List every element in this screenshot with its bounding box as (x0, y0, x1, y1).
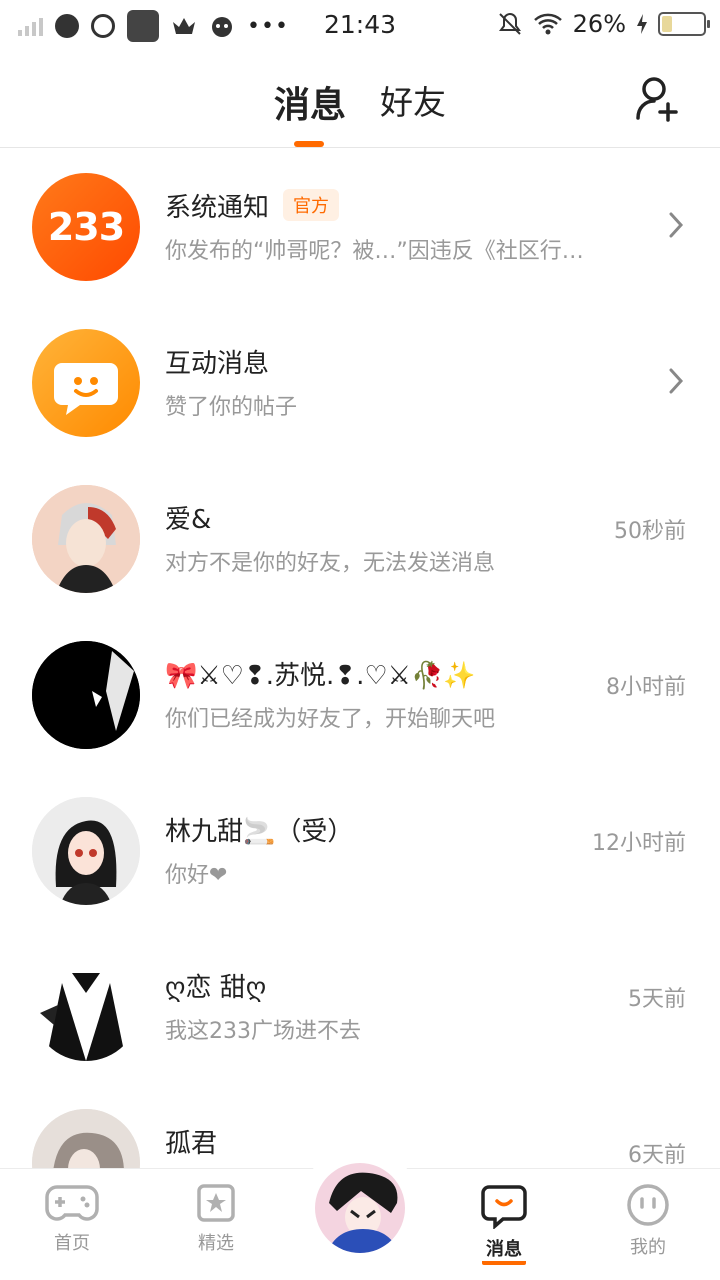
avatar (32, 797, 140, 905)
nav-messages[interactable]: 消息 (454, 1183, 554, 1265)
official-badge: 官方 (283, 189, 340, 221)
avatar (32, 485, 140, 593)
message-preview: 对方不是你的好友，无法发送消息 (165, 551, 496, 576)
chevron-right-icon (669, 368, 684, 394)
battery-percent: 26% (572, 10, 626, 38)
conversation-row[interactable]: 林九甜🚬（受） 你好❤ 12小时前 (0, 773, 720, 929)
status-bar: ••• 21:43 26% (0, 0, 720, 52)
mute-icon (498, 12, 521, 35)
message-time: 5天前 (628, 987, 686, 1012)
chevron-right-icon (669, 212, 684, 238)
interaction-avatar (32, 329, 140, 437)
message-time: 6天前 (628, 1143, 686, 1168)
conversation-name: 爱& (165, 505, 212, 535)
message-preview: 我这233广场进不去 (165, 1019, 361, 1044)
header: 消息 好友 (0, 52, 720, 148)
tab-messages[interactable]: 消息 (274, 76, 346, 128)
wifi-icon (533, 13, 562, 35)
avatar (32, 953, 140, 1061)
conversation-name: 互动消息 (165, 349, 270, 379)
conversation-row[interactable]: 🎀⚔♡❢.苏悦.❢.♡⚔🥀✨ 你们已经成为好友了，开始聊天吧 8小时前 (0, 617, 720, 773)
nav-label: 消息 (482, 1235, 526, 1265)
star-bookmark-icon (197, 1184, 235, 1222)
conversation-name: 🎀⚔♡❢.苏悦.❢.♡⚔🥀✨ (165, 661, 476, 691)
message-time: 8小时前 (606, 675, 686, 700)
message-preview: 赞了你的帖子 (165, 395, 298, 420)
conversation-name: 孤君 (165, 1129, 218, 1159)
center-avatar-button[interactable] (312, 1160, 408, 1256)
battery-icon (658, 12, 710, 36)
message-bubble-icon (481, 1185, 527, 1229)
nav-featured[interactable]: 精选 (166, 1183, 266, 1255)
message-time: 12小时前 (592, 831, 686, 856)
charging-icon (637, 14, 647, 34)
system-avatar: 233 (32, 173, 140, 281)
nav-me[interactable]: 我的 (598, 1183, 698, 1259)
add-friend-icon[interactable] (634, 74, 682, 122)
message-preview: 你们已经成为好友了，开始聊天吧 (165, 707, 496, 732)
tab-friends[interactable]: 好友 (380, 76, 446, 124)
conversation-name: 系统通知 (165, 193, 270, 223)
message-list: 233 系统通知 官方 你发布的“帅哥呢？被…”因违反《社区行… 互动消息 赞了你… (0, 149, 720, 1241)
conversation-name: 林九甜🚬（受） (165, 817, 354, 847)
conversation-row[interactable]: ღ恋 甜ღ 我这233广场进不去 5天前 (0, 929, 720, 1085)
gamepad-icon (45, 1185, 99, 1221)
message-preview: 你发布的“帅哥呢？被…”因违反《社区行… (165, 239, 584, 264)
nav-label: 首页 (54, 1233, 90, 1254)
interaction-messages-row[interactable]: 互动消息 赞了你的帖子 (0, 305, 720, 461)
active-tab-indicator (294, 141, 324, 147)
system-notification-row[interactable]: 233 系统通知 官方 你发布的“帅哥呢？被…”因违反《社区行… (0, 149, 720, 305)
profile-face-icon (627, 1184, 669, 1226)
message-preview: 你好❤ (165, 863, 228, 888)
nav-home[interactable]: 首页 (22, 1183, 122, 1255)
conversation-name: ღ恋 甜ღ (165, 973, 267, 1003)
conversation-row[interactable]: 爱& 对方不是你的好友，无法发送消息 50秒前 (0, 461, 720, 617)
nav-label: 精选 (198, 1233, 234, 1254)
nav-label: 我的 (630, 1237, 666, 1258)
message-time: 50秒前 (614, 519, 686, 544)
avatar (32, 641, 140, 749)
